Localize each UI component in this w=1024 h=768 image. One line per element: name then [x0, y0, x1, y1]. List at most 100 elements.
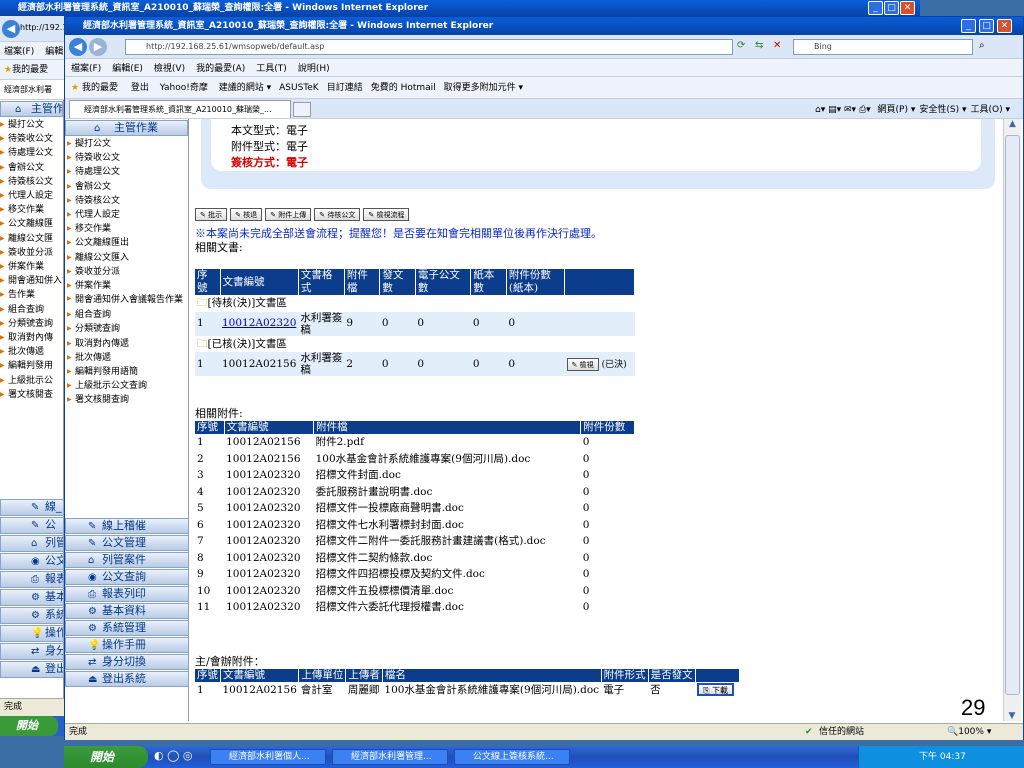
- command-item[interactable]: 網頁(P) ▾: [878, 105, 916, 115]
- favlink[interactable]: 登出: [131, 83, 149, 93]
- back-tab[interactable]: 經濟部水利署: [0, 80, 64, 100]
- back-sidebar-item[interactable]: 公文離線匯: [0, 217, 63, 231]
- address-input[interactable]: http://192.168.25.61/wmsopweb/default.as…: [125, 39, 733, 55]
- stop-icon[interactable]: ✕: [773, 40, 781, 51]
- sidebar-item[interactable]: 移交作業: [67, 222, 188, 236]
- sidebar-item[interactable]: 上級批示公文查詢: [67, 379, 188, 393]
- sidebar-item[interactable]: 代理人設定: [67, 208, 188, 222]
- back-sidebar-item[interactable]: 上級批示公: [0, 374, 63, 388]
- sidebar-item[interactable]: 待簽收公文: [67, 151, 188, 165]
- nav-button[interactable]: ⌂ 列管案件: [65, 552, 189, 568]
- browser-tab[interactable]: 經濟部水利署管理系統_資訊室_A210010_蘇瑞榮_...: [69, 100, 291, 118]
- nav-button[interactable]: ✎ 線上稽催: [65, 518, 189, 534]
- back-start-button[interactable]: 開始: [0, 716, 58, 736]
- back-nav-button[interactable]: 💡操作: [0, 625, 64, 642]
- sidebar-item[interactable]: 會辦公文: [67, 180, 188, 194]
- sidebar-item[interactable]: 離線公文匯入: [67, 251, 188, 265]
- action-button[interactable]: ✎ 附件上傳: [265, 208, 312, 221]
- refresh-icon[interactable]: ⟳: [737, 40, 745, 51]
- sidebar-item[interactable]: 併案作業: [67, 279, 188, 293]
- back-nav-button[interactable]: ⚙ 基本: [0, 589, 64, 606]
- back-maximize-button[interactable]: □: [884, 1, 899, 15]
- back-sidebar-item[interactable]: 取消對內傳: [0, 331, 63, 345]
- back-menu-item[interactable]: 檔案(F): [4, 47, 34, 57]
- taskbar-button[interactable]: 經濟部水利署個人...: [210, 749, 326, 765]
- back-sidebar-item[interactable]: 簽收並分派: [0, 246, 63, 260]
- back-sidebar-item[interactable]: 批次傳遞: [0, 345, 63, 359]
- search-input[interactable]: Bing: [793, 39, 973, 55]
- back-sidebar-item[interactable]: 待簽收公文: [0, 132, 63, 146]
- back-back-icon[interactable]: ◀: [2, 20, 20, 38]
- back-nav-button[interactable]: ⌂ 列管: [0, 535, 64, 552]
- download-button[interactable]: ⎘ 下載: [697, 683, 735, 696]
- close-button[interactable]: ✕: [997, 19, 1012, 33]
- back-sidebar-item[interactable]: 代理人設定: [0, 189, 63, 203]
- menu-item[interactable]: 檔案(F): [71, 64, 101, 74]
- doc-number-link[interactable]: 10012A02320: [220, 311, 299, 336]
- back-sidebar-item[interactable]: 署文核閱查: [0, 388, 63, 402]
- maximize-button[interactable]: □: [979, 19, 994, 33]
- sidebar-item[interactable]: 組合查詢: [67, 308, 188, 322]
- favlink[interactable]: 目訂連結: [327, 83, 363, 93]
- menu-item[interactable]: 檢視(V): [154, 64, 185, 74]
- back-close-button[interactable]: ✕: [900, 1, 915, 15]
- action-button[interactable]: ✎ 批示: [195, 208, 228, 221]
- nav-button[interactable]: ⚙ 系統管理: [65, 620, 189, 636]
- back-nav-button[interactable]: ✎ 線_: [0, 499, 64, 516]
- back-sidebar-item[interactable]: 擬打公文: [0, 118, 63, 132]
- taskbar-button[interactable]: 公文線上簽核系統...: [454, 749, 570, 765]
- new-tab-button[interactable]: [293, 102, 311, 117]
- favlink[interactable]: Yahoo!奇摩: [160, 83, 208, 93]
- quicklaunch-icons[interactable]: ◐ ◯ ◎: [154, 749, 193, 762]
- nav-button[interactable]: ◉ 公文查詢: [65, 569, 189, 585]
- sidebar-item[interactable]: 署文核閱查詢: [67, 393, 188, 407]
- back-main-work-button[interactable]: ⌂ 主管作業: [0, 101, 63, 117]
- print-icon[interactable]: ⎙▾: [859, 105, 871, 115]
- back-sidebar-item[interactable]: 會辦公文: [0, 161, 63, 175]
- search-icon[interactable]: ⌕: [979, 40, 985, 51]
- back-nav-button[interactable]: ⏏ 登出: [0, 661, 64, 678]
- nav-button[interactable]: 💡 操作手冊: [65, 637, 189, 653]
- back-sidebar-item[interactable]: 編輯判發用: [0, 359, 63, 373]
- zoom-control[interactable]: 🔍100% ▾: [947, 724, 991, 740]
- minimize-button[interactable]: _: [961, 19, 976, 33]
- nav-button[interactable]: ⚙ 基本資料: [65, 603, 189, 619]
- scroll-up-icon[interactable]: ▲: [1004, 119, 1021, 129]
- sidebar-item[interactable]: 公文離線匯出: [67, 236, 188, 250]
- menu-item[interactable]: 說明(H): [298, 64, 330, 74]
- sidebar-item[interactable]: 擬打公文: [67, 137, 188, 151]
- back-sidebar-item[interactable]: 組合查詢: [0, 303, 63, 317]
- command-item[interactable]: 安全性(S) ▾: [919, 105, 966, 115]
- feeds-icon[interactable]: ▤▾: [828, 105, 841, 115]
- sidebar-item[interactable]: 開會通知併入會議報告作業: [67, 293, 188, 308]
- sidebar-item[interactable]: 待簽核公文: [67, 194, 188, 208]
- sidebar-item[interactable]: 編輯判發用語簡: [67, 365, 188, 379]
- sidebar-item[interactable]: 取消對內傳遞: [67, 337, 188, 351]
- favlink[interactable]: 取得更多附加元件 ▾: [444, 83, 523, 93]
- main-work-button[interactable]: ⌂ 主管作業: [65, 120, 188, 136]
- back-nav-button[interactable]: ◉ 公文: [0, 553, 64, 570]
- sidebar-item[interactable]: 批次傳遞: [67, 351, 188, 365]
- nav-button[interactable]: ⏏ 登出系統: [65, 671, 189, 687]
- sidebar-item[interactable]: 待處理公文: [67, 165, 188, 179]
- action-button[interactable]: ✎ 檢視流程: [363, 208, 410, 221]
- taskbar-button[interactable]: 經濟部水利署管理...: [332, 749, 448, 765]
- vertical-scrollbar[interactable]: ▲ ▼: [1003, 119, 1021, 721]
- scroll-down-icon[interactable]: ▼: [1004, 711, 1020, 721]
- back-favorites-label[interactable]: 我的最愛: [12, 65, 48, 75]
- menu-item[interactable]: 編輯(E): [112, 64, 143, 74]
- compat-icon[interactable]: ⇆: [755, 40, 763, 51]
- sidebar-item[interactable]: 簽收並分派: [67, 265, 188, 279]
- back-nav-button[interactable]: ⎙ 報表: [0, 571, 64, 588]
- home-toolbar-icon[interactable]: ⌂▾: [815, 105, 825, 115]
- nav-button[interactable]: ⎙ 報表列印: [65, 586, 189, 602]
- mail-icon[interactable]: ✉▾: [844, 105, 856, 115]
- start-button[interactable]: 開始: [64, 746, 148, 768]
- back-sidebar-item[interactable]: 待簽核公文: [0, 175, 63, 189]
- back-nav-button[interactable]: ⚙ 系統: [0, 607, 64, 624]
- menu-item[interactable]: 我的最愛(A): [196, 64, 245, 74]
- action-button[interactable]: ✎ 待核公文: [314, 208, 361, 221]
- favorites-label[interactable]: 我的最愛: [82, 83, 118, 93]
- back-icon[interactable]: ◀: [69, 38, 87, 56]
- back-nav-button[interactable]: ⇄ 身分: [0, 643, 64, 660]
